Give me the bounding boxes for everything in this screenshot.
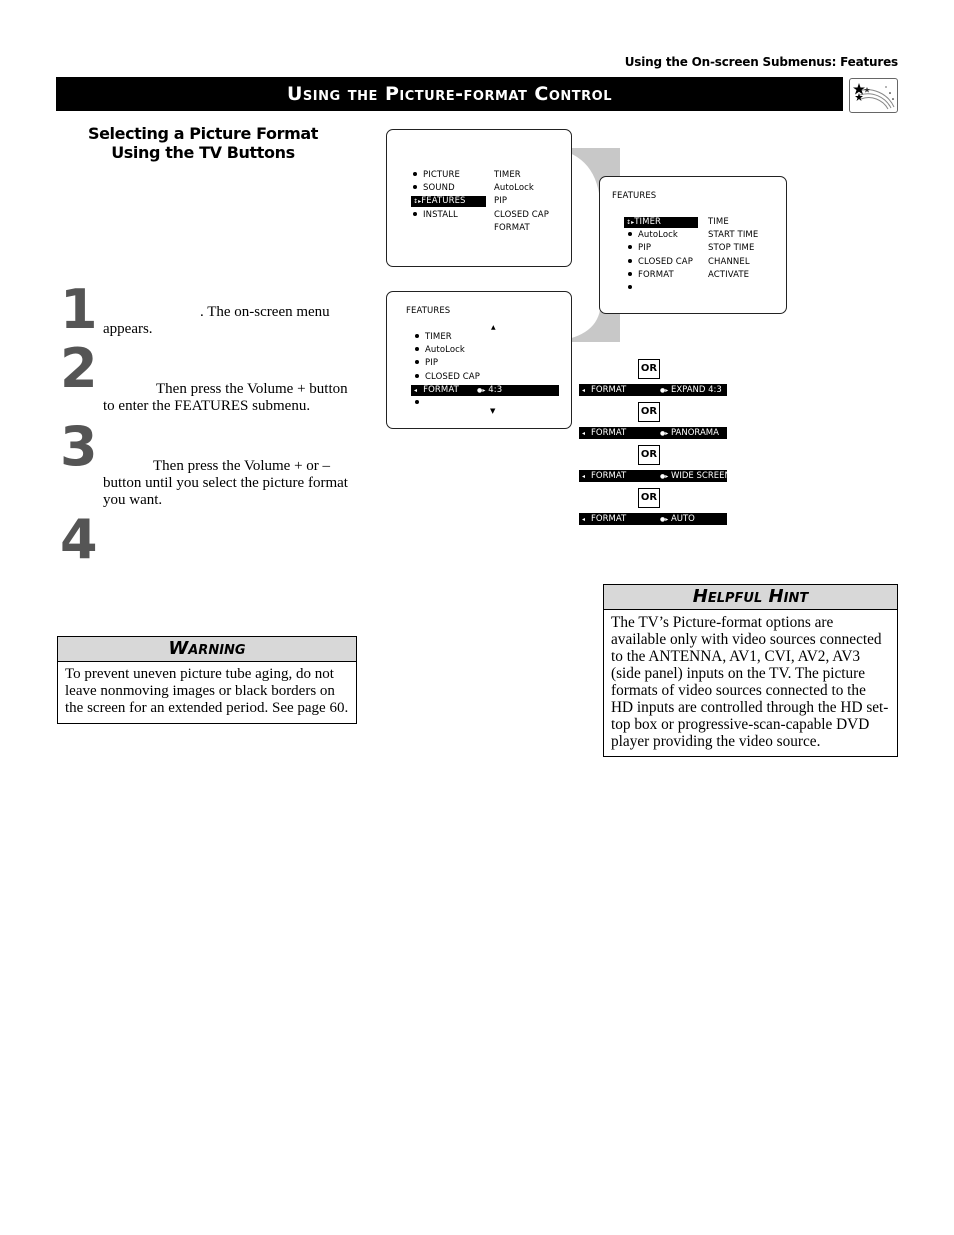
format-option-auto: ◂ FORMAT ●▸ AUTO: [579, 513, 727, 525]
submenu-item-closed-cap: CLOSED CAP: [494, 210, 549, 220]
features-item-pip: PIP: [628, 243, 651, 254]
timer-option-stop-time: STOP TIME: [708, 243, 755, 253]
timer-option-start-time: START TIME: [708, 230, 759, 240]
submenu-item-pip: PIP: [494, 196, 508, 206]
shooting-stars-icon: [849, 78, 898, 113]
features-item-timer-selected: ↕▸TIMER: [624, 217, 698, 228]
tv-menu-screen-format: FEATURES ▲ TIMER AutoLock PIP CLOSED CAP…: [386, 291, 572, 429]
format-screen-item-autolock: AutoLock: [415, 345, 465, 356]
step-number-4: 4: [60, 508, 98, 571]
or-label: OR: [638, 488, 660, 508]
format-screen-item-timer: TIMER: [415, 332, 452, 343]
format-row-selected: ◂ FORMAT ●▸ 4:3: [411, 385, 559, 396]
step-text-1: . The on-screen menu appears.: [103, 304, 330, 337]
subhead-line-1: Selecting a Picture Format: [87, 124, 319, 143]
hint-box: Helpful Hint The TV’s Picture-format opt…: [603, 584, 898, 757]
subsection-heading: Selecting a Picture Format Using the TV …: [70, 124, 336, 162]
features-item-format: FORMAT: [628, 270, 674, 281]
scroll-down-arrow-icon: ▼: [490, 407, 496, 415]
step-number-1: 1: [60, 278, 98, 341]
menu-item-install: INSTALL: [413, 210, 458, 221]
menu-item-sound: SOUND: [413, 183, 455, 194]
format-option-wide-screen: ◂ FORMAT ●▸ WIDE SCREEN: [579, 470, 731, 482]
menu-item-features-selected: ↕▸FEATURES: [411, 196, 486, 207]
features-item-autolock: AutoLock: [628, 230, 678, 241]
scroll-up-arrow-icon: ▲: [491, 324, 496, 331]
or-label: OR: [638, 359, 660, 379]
format-screen-item-pip: PIP: [415, 358, 438, 369]
hint-title: Helpful Hint: [604, 585, 897, 610]
tv-menu-screen-features: FEATURES ↕▸TIMER AutoLock PIP CLOSED CAP…: [599, 176, 787, 314]
hint-text: The TV’s Picture-format options are avai…: [611, 614, 889, 750]
step-text-3: Then press the Volume + or – button unti…: [103, 458, 348, 508]
step-number-3: 3: [60, 415, 98, 478]
warning-box: Warning To prevent uneven picture tube a…: [57, 636, 357, 724]
screen-title: FEATURES: [406, 306, 451, 316]
timer-option-activate: ACTIVATE: [708, 270, 750, 280]
section-title: Using the Picture-format Control: [56, 77, 843, 111]
submenu-item-autolock: AutoLock: [494, 183, 534, 193]
warning-title: Warning: [58, 637, 356, 662]
step-number-2: 2: [60, 337, 98, 400]
tv-menu-screen-main: PICTURE SOUND ↕▸FEATURES INSTALL TIMER A…: [386, 129, 572, 267]
running-head: Using the On-screen Submenus: Features: [624, 55, 898, 69]
format-screen-item-closed-cap: CLOSED CAP: [415, 372, 480, 383]
timer-option-time: TIME: [708, 217, 729, 227]
step-text-2: Then press the Volume + button to enter …: [103, 381, 348, 414]
subhead-line-2: Using the TV Buttons: [111, 143, 295, 162]
format-screen-item-empty: [415, 398, 425, 409]
submenu-item-format: FORMAT: [494, 223, 530, 233]
menu-item-picture: PICTURE: [413, 170, 460, 181]
format-option-expand: ◂ FORMAT ●▸ EXPAND 4:3: [579, 384, 727, 396]
timer-option-channel: CHANNEL: [708, 257, 750, 267]
submenu-item-timer: TIMER: [494, 170, 521, 180]
warning-text: To prevent uneven picture tube aging, do…: [65, 666, 349, 716]
or-label: OR: [638, 445, 660, 465]
or-label: OR: [638, 402, 660, 422]
features-item-closed-cap: CLOSED CAP: [628, 257, 693, 268]
features-item-empty: [628, 283, 638, 294]
screen-title: FEATURES: [612, 191, 657, 201]
format-option-panorama: ◂ FORMAT ●▸ PANORAMA: [579, 427, 727, 439]
